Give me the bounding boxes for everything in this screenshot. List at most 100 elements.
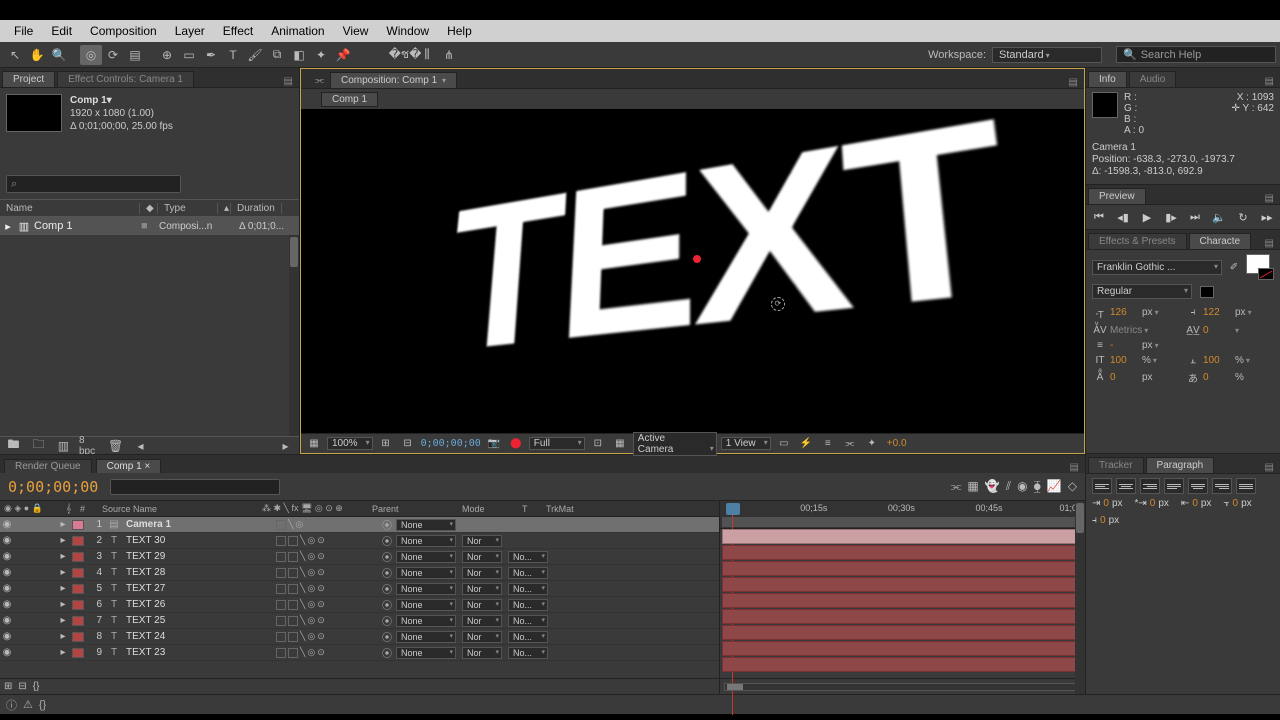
- parent-dropdown[interactable]: None: [396, 631, 456, 643]
- label-color[interactable]: [72, 648, 84, 658]
- layer-bar[interactable]: [722, 625, 1083, 640]
- comp-panel-menu-icon[interactable]: ▤: [1063, 77, 1084, 88]
- toggle-switches-icon[interactable]: ⊞: [4, 681, 12, 692]
- timeline-scrollbar[interactable]: [1075, 501, 1085, 694]
- char-menu-icon[interactable]: ▤: [1259, 238, 1280, 249]
- layer-bar[interactable]: [722, 657, 1083, 672]
- preview-menu-icon[interactable]: ▤: [1259, 193, 1280, 204]
- mode-dropdown[interactable]: Nor: [462, 551, 502, 563]
- new-folder-icon[interactable]: 🗀: [29, 436, 48, 456]
- delete-icon[interactable]: 🗑: [106, 436, 125, 456]
- transparency-icon[interactable]: ▦: [611, 436, 629, 452]
- reset-exposure-icon[interactable]: ✦: [863, 436, 881, 452]
- parent-dropdown[interactable]: None: [396, 535, 456, 547]
- mute-icon[interactable]: 🔈: [1210, 209, 1228, 225]
- guides-icon[interactable]: ⊟: [399, 436, 417, 452]
- twirl-icon[interactable]: ▸: [56, 567, 70, 578]
- label-color[interactable]: [72, 552, 84, 562]
- tab-effects-presets[interactable]: Effects & Presets: [1088, 233, 1187, 249]
- menu-view[interactable]: View: [335, 22, 377, 40]
- label-color[interactable]: [72, 600, 84, 610]
- font-size-value[interactable]: 126: [1110, 307, 1140, 318]
- justify-last-right-icon[interactable]: [1212, 478, 1232, 494]
- stroke-width-value[interactable]: -: [1110, 340, 1140, 351]
- info-icon[interactable]: ⓘ: [6, 697, 17, 713]
- project-item[interactable]: ▸▥ Comp 1 ■ Composi...n Δ 0;01;0...: [0, 217, 299, 235]
- shape-tool-icon[interactable]: ▭: [178, 45, 200, 65]
- toggle-inout-icon[interactable]: {}: [33, 681, 40, 692]
- flowchart-icon[interactable]: ⫘: [311, 73, 328, 88]
- new-comp-icon[interactable]: ▥: [54, 436, 73, 456]
- layer-bar[interactable]: [722, 641, 1083, 656]
- leading-value[interactable]: 122: [1203, 307, 1233, 318]
- tab-composition[interactable]: Composition: Comp 1 ▾: [330, 72, 457, 88]
- hand-tool-icon[interactable]: ✋: [26, 45, 48, 65]
- brush-tool-icon[interactable]: 🖌: [244, 45, 266, 65]
- camera-dropdown[interactable]: Active Camera: [633, 432, 717, 456]
- resolution-dropdown[interactable]: Full: [529, 437, 585, 450]
- trkmat-dropdown[interactable]: No...: [508, 631, 548, 643]
- menu-layer[interactable]: Layer: [167, 22, 213, 40]
- indent-left-value[interactable]: 0: [1103, 498, 1109, 509]
- parent-dropdown[interactable]: None: [396, 519, 456, 531]
- work-area[interactable]: [722, 517, 1083, 527]
- eyedropper-icon[interactable]: ✐: [1226, 262, 1242, 273]
- align-left-icon[interactable]: [1092, 478, 1112, 494]
- mini-flowchart-icon[interactable]: ⫘: [951, 479, 962, 494]
- justify-last-left-icon[interactable]: [1164, 478, 1184, 494]
- prev-icon[interactable]: ◂: [131, 436, 150, 456]
- visibility-icon[interactable]: ◉: [0, 615, 14, 626]
- tab-audio[interactable]: Audio: [1129, 71, 1177, 87]
- current-time[interactable]: 0;00;00;00: [421, 438, 481, 449]
- layer-bar[interactable]: [722, 529, 1083, 544]
- frame-blend-icon[interactable]: ⫽: [1006, 479, 1011, 494]
- layer-bar[interactable]: [722, 577, 1083, 592]
- tracking-value[interactable]: 0: [1203, 325, 1233, 336]
- label-color[interactable]: [72, 632, 84, 642]
- twirl-icon[interactable]: ▸: [56, 631, 70, 642]
- trkmat-dropdown[interactable]: No...: [508, 599, 548, 611]
- twirl-icon[interactable]: ▸: [56, 551, 70, 562]
- baseline-value[interactable]: 0: [1110, 372, 1140, 383]
- layer-bar[interactable]: [722, 609, 1083, 624]
- tab-effect-controls[interactable]: Effect Controls: Camera 1: [57, 71, 194, 87]
- tab-paragraph[interactable]: Paragraph: [1146, 457, 1215, 473]
- anchor-tool-icon[interactable]: ⊕: [156, 45, 178, 65]
- time-navigator[interactable]: [724, 683, 1081, 691]
- visibility-icon[interactable]: ◉: [0, 519, 14, 530]
- panel-menu-icon[interactable]: ▤: [278, 76, 299, 87]
- info-menu-icon[interactable]: ▤: [1259, 76, 1280, 87]
- twirl-icon[interactable]: ▸: [56, 535, 70, 546]
- label-color[interactable]: [72, 568, 84, 578]
- timeline-menu-icon[interactable]: ▤: [1064, 462, 1085, 473]
- visibility-icon[interactable]: ◉: [0, 551, 14, 562]
- parent-dropdown[interactable]: None: [396, 615, 456, 627]
- layer-row[interactable]: ◉▸8TTEXT 24 ╲ ◎ ⊙⦿NoneNorNo...: [0, 629, 719, 645]
- parent-dropdown[interactable]: None: [396, 551, 456, 563]
- toggle-modes-icon[interactable]: ⊟: [18, 681, 26, 692]
- always-preview-icon[interactable]: ▦: [305, 436, 323, 452]
- menu-composition[interactable]: Composition: [82, 22, 165, 40]
- play-icon[interactable]: ▶: [1138, 209, 1156, 225]
- parent-dropdown[interactable]: None: [396, 647, 456, 659]
- mode-dropdown[interactable]: Nor: [462, 567, 502, 579]
- layer-bar[interactable]: [722, 593, 1083, 608]
- timeline-icon[interactable]: ≡: [819, 436, 837, 452]
- camera-tool-icon[interactable]: ▤: [124, 45, 146, 65]
- shy-icon[interactable]: 👻: [985, 479, 1000, 494]
- parent-dropdown[interactable]: None: [396, 567, 456, 579]
- tab-info[interactable]: Info: [1088, 71, 1127, 87]
- timeline-timecode[interactable]: 0;00;00;00: [0, 478, 106, 496]
- parent-dropdown[interactable]: None: [396, 599, 456, 611]
- mode-dropdown[interactable]: Nor: [462, 583, 502, 595]
- last-frame-icon[interactable]: ⏭: [1186, 209, 1204, 225]
- layer-row[interactable]: ◉▸6TTEXT 26 ╲ ◎ ⊙⦿NoneNorNo...: [0, 597, 719, 613]
- project-scrollbar[interactable]: [289, 235, 299, 436]
- layer-row[interactable]: ◉▸4TTEXT 28 ╲ ◎ ⊙⦿NoneNorNo...: [0, 565, 719, 581]
- font-style-dropdown[interactable]: Regular: [1092, 284, 1192, 299]
- prev-frame-icon[interactable]: ◂▮: [1114, 209, 1132, 225]
- axis-world-icon[interactable]: ⫼: [416, 45, 438, 65]
- stamp-tool-icon[interactable]: ⧉: [266, 45, 288, 65]
- align-center-icon[interactable]: [1116, 478, 1136, 494]
- brackets-icon[interactable]: {}: [39, 699, 46, 711]
